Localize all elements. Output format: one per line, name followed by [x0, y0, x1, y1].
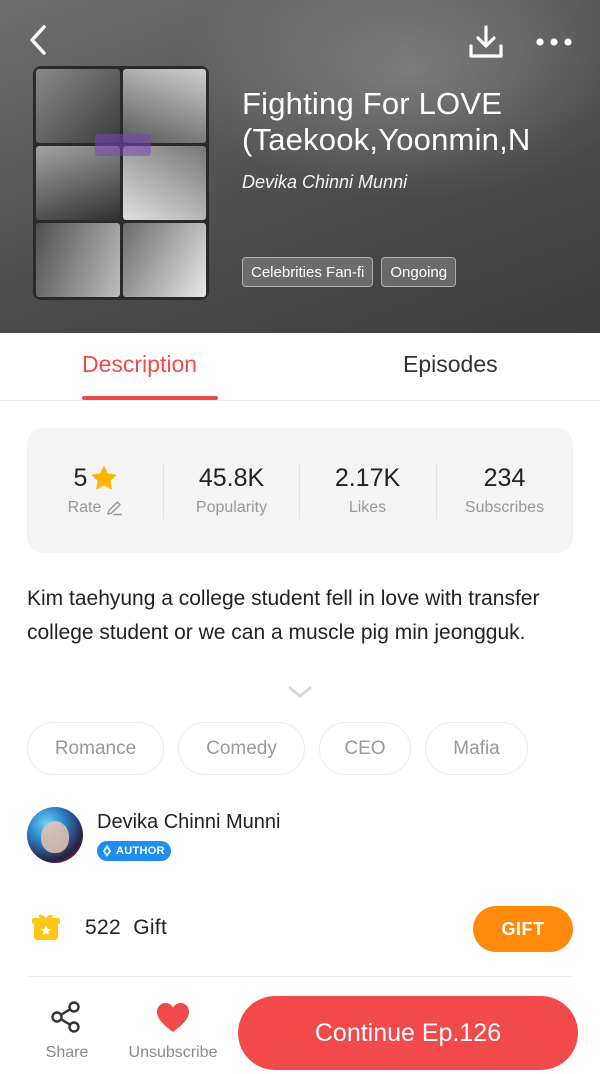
expand-description-button[interactable] [286, 682, 314, 702]
subscribes-value: 234 [483, 464, 526, 492]
popularity-label: Popularity [195, 499, 268, 516]
unsubscribe-button[interactable]: Unsubscribe [122, 1000, 224, 1066]
book-title: Fighting For LOVE (Taekook,Yoonmin,N [242, 86, 531, 157]
stat-rate[interactable]: 5 Rate [27, 428, 164, 553]
rate-label: Rate [67, 499, 102, 516]
active-tab-indicator [82, 396, 218, 400]
tab-bar: Description Episodes [0, 333, 600, 401]
tab-episodes[interactable]: Episodes [403, 351, 498, 378]
bottom-action-bar: Share Unsubscribe Continue Ep.126 [0, 986, 600, 1074]
stat-popularity: 45.8K Popularity [163, 428, 300, 553]
category-mafia[interactable]: Mafia [425, 722, 528, 775]
chevron-left-icon [30, 25, 46, 55]
tab-description[interactable]: Description [82, 351, 197, 378]
tag-ongoing: Ongoing [381, 257, 457, 287]
likes-label: Likes [348, 499, 387, 516]
gift-button[interactable]: GIFT [473, 906, 573, 952]
rate-value: 5 [73, 464, 88, 492]
likes-value: 2.17K [334, 464, 401, 492]
subscribes-label: Subscribes [464, 499, 545, 516]
book-description: Kim taehyung a college student fell in l… [27, 587, 540, 644]
book-cover-image[interactable] [33, 66, 209, 300]
author-badge-label: AUTHOR [116, 845, 165, 857]
star-icon [92, 466, 117, 490]
download-icon [469, 25, 503, 58]
more-horizontal-icon [536, 38, 572, 46]
author-avatar[interactable] [27, 807, 83, 863]
unsubscribe-label: Unsubscribe [128, 1044, 218, 1061]
popularity-value: 45.8K [198, 464, 265, 492]
share-icon [51, 1001, 80, 1033]
share-label: Share [45, 1044, 89, 1061]
chevron-down-icon [288, 686, 312, 698]
genre-tags: Celebrities Fan-fi Ongoing [242, 257, 457, 287]
continue-reading-button[interactable]: Continue Ep.126 [238, 996, 578, 1070]
divider [27, 976, 573, 977]
category-romance[interactable]: Romance [27, 722, 164, 775]
gift-count: 522 Gift [85, 916, 168, 939]
quill-icon [103, 845, 111, 857]
author-badge: AUTHOR [97, 841, 171, 861]
category-ceo[interactable]: CEO [319, 722, 411, 775]
cover-logo [95, 134, 151, 156]
book-author[interactable]: Devika Chinni Munni [242, 172, 407, 193]
more-options-button[interactable] [530, 24, 578, 60]
pencil-icon [107, 501, 123, 516]
back-button[interactable] [18, 20, 58, 60]
download-button[interactable] [464, 20, 508, 64]
author-name[interactable]: Devika Chinni Munni [97, 811, 280, 834]
heart-icon [157, 1003, 189, 1032]
stat-likes: 2.17K Likes [299, 428, 436, 553]
stat-subscribes: 234 Subscribes [436, 428, 573, 553]
stats-panel: 5 Rate 45.8K Popularity 2.17K Likes 234 … [27, 428, 573, 553]
category-comedy[interactable]: Comedy [178, 722, 305, 775]
book-header: Fighting For LOVE (Taekook,Yoonmin,N Dev… [0, 0, 600, 333]
tag-celebrities-fan-fi[interactable]: Celebrities Fan-fi [242, 257, 374, 287]
share-button[interactable]: Share [36, 1000, 98, 1066]
gift-icon [32, 914, 60, 940]
